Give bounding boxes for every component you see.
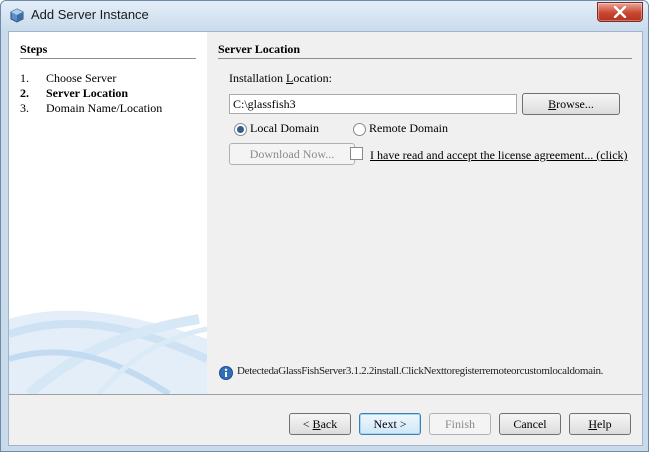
finish-button[interactable]: Finish <box>429 413 491 435</box>
netbeans-cube-icon <box>10 8 24 23</box>
help-button[interactable]: Help <box>569 413 631 435</box>
remote-domain-label[interactable]: Remote Domain <box>369 121 448 136</box>
button-label: ack <box>320 417 338 431</box>
add-server-dialog: Add Server Instance Steps 1. Choose Serve… <box>0 0 649 452</box>
local-domain-label[interactable]: Local Domain <box>250 121 319 136</box>
button-label: < <box>302 417 313 431</box>
step-item-domain-name-location: 3. Domain Name/Location <box>20 101 162 116</box>
installation-location-label: Installation Location: <box>229 71 332 86</box>
info-icon <box>219 366 233 380</box>
download-now-button[interactable]: Download Now... <box>229 143 355 165</box>
license-agreement-checkbox[interactable] <box>350 147 363 160</box>
steps-divider <box>20 58 196 59</box>
section-title: Server Location <box>218 42 301 56</box>
dialog-body: Steps 1. Choose Server 2. Server Location … <box>8 31 643 446</box>
status-message: DetectedaGlassFishServer3.1.2.2install.C… <box>237 365 604 377</box>
step-item-choose-server: 1. Choose Server <box>20 71 116 86</box>
server-location-panel: Server Location Installation Location: C… <box>207 32 642 394</box>
decorative-wave-graphic <box>9 310 207 394</box>
steps-panel: Steps 1. Choose Server 2. Server Location … <box>9 32 207 394</box>
step-number: 1. <box>20 71 29 85</box>
next-button[interactable]: Next > <box>359 413 421 435</box>
step-label: Domain Name/Location <box>46 101 163 115</box>
button-mnemonic: B <box>312 417 321 431</box>
footer-divider <box>9 394 642 395</box>
step-label: Server Location <box>46 86 129 100</box>
installation-location-input[interactable]: C:\glassfish3 <box>229 94 517 114</box>
step-number: 3. <box>20 101 29 115</box>
back-button[interactable]: < Back <box>289 413 351 435</box>
steps-heading: Steps <box>20 42 48 56</box>
remote-domain-radio[interactable] <box>353 123 366 136</box>
browse-button[interactable]: Browse... <box>522 93 620 115</box>
button-mnemonic: H <box>588 417 597 431</box>
close-button[interactable] <box>597 2 643 22</box>
section-divider <box>218 58 632 59</box>
window-title: Add Server Instance <box>31 7 149 22</box>
cancel-button[interactable]: Cancel <box>499 413 561 435</box>
step-label: Choose Server <box>46 71 117 85</box>
title-bar[interactable]: Add Server Instance <box>1 1 648 31</box>
button-label: elp <box>597 417 612 431</box>
step-number: 2. <box>20 86 29 100</box>
license-agreement-link[interactable]: I have read and accept the license agree… <box>370 148 628 163</box>
button-label: rowse... <box>556 97 594 111</box>
step-item-server-location: 2. Server Location <box>20 86 128 101</box>
local-domain-radio[interactable] <box>234 123 247 136</box>
label-text: Installation <box>229 71 286 85</box>
close-icon <box>613 6 627 18</box>
label-text: ocation: <box>293 71 332 85</box>
button-mnemonic: B <box>548 97 557 111</box>
